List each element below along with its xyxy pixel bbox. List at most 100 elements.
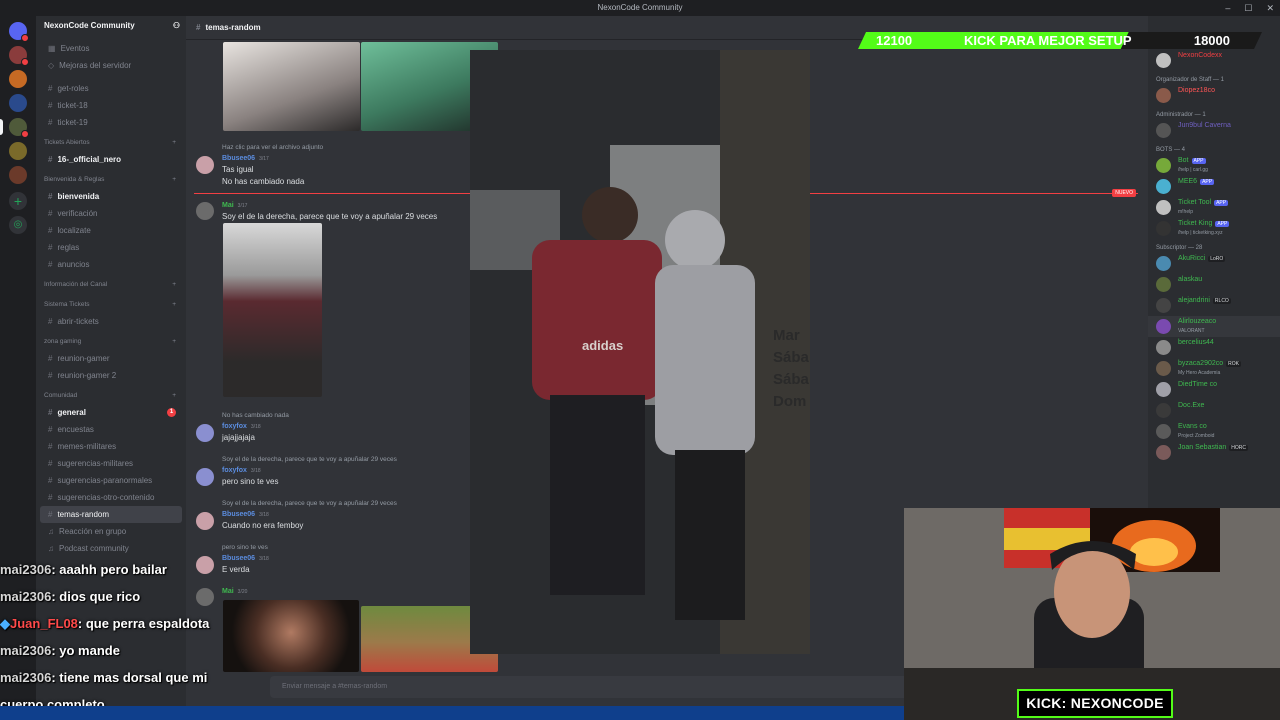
channel-boosts[interactable]: ◇ Mejoras del servidor — [40, 57, 182, 74]
member-sub[interactable]: Alirlouzeaco VALORANT — [1148, 316, 1280, 337]
message-text: No has cambiado nada — [222, 177, 305, 186]
member-sub[interactable]: Doc.Exe — [1148, 400, 1280, 421]
server-icon[interactable] — [9, 94, 27, 112]
member-sub[interactable]: byzaca2902co ROK My Hero Academia — [1148, 358, 1280, 379]
stream-chat-line: mai2306: dios que rico — [0, 589, 141, 604]
explore-icon[interactable]: ◎ — [9, 216, 27, 234]
server-icon[interactable] — [9, 70, 27, 88]
message-author[interactable]: Bbusee06 3/18 — [222, 555, 269, 562]
reply-preview[interactable]: Soy el de la derecha, parece que te voy … — [222, 456, 397, 463]
channel-anuncios[interactable]: # anuncios — [40, 256, 182, 273]
message-text: Tas igual — [222, 165, 254, 174]
plus-icon[interactable]: + — [172, 139, 176, 151]
headphones-icon: ♫ — [48, 544, 54, 553]
server-icon[interactable] — [9, 166, 27, 184]
category-zona-gaming[interactable]: zona gaming + — [36, 330, 186, 350]
hash-icon: # — [48, 118, 53, 127]
channel-memes-militares[interactable]: # memes-militares — [40, 438, 182, 455]
channel-bienvenida[interactable]: # bienvenida — [40, 188, 182, 205]
channel-podcast[interactable]: ♫ Podcast community — [40, 540, 182, 557]
attachment-image[interactable] — [223, 42, 360, 131]
channel-sugerencias-paranormales[interactable]: # sugerencias-paranormales — [40, 472, 182, 489]
member-bot[interactable]: Ticket Tool APP m!help — [1148, 197, 1280, 218]
reply-preview[interactable]: Soy el de la derecha, parece que te voy … — [222, 500, 397, 507]
category-tickets-abiertos[interactable]: Tickets Abiertos + — [36, 131, 186, 151]
avatar[interactable] — [196, 156, 214, 174]
add-server-icon[interactable]: + — [9, 192, 27, 210]
category-comunidad[interactable]: Comunidad + — [36, 384, 186, 404]
channel-general[interactable]: # general 1 — [40, 404, 182, 421]
member-sub[interactable]: Evans co Project Zomboid — [1148, 421, 1280, 442]
channel-reunion-gamer-2[interactable]: # reunion-gamer 2 — [40, 367, 182, 384]
channel-events[interactable]: ▦ Eventos — [40, 40, 182, 57]
avatar[interactable] — [196, 512, 214, 530]
category-informacion[interactable]: Información del Canal + — [36, 273, 186, 293]
channel-ticket-open[interactable]: #16-_official_nero — [40, 151, 182, 168]
channel-get-roles[interactable]: # get-roles — [40, 80, 182, 97]
member-sub[interactable]: alaskau — [1148, 274, 1280, 295]
server-icon[interactable] — [9, 118, 29, 138]
maximize-icon[interactable]: ☐ — [1244, 0, 1252, 16]
sign-text: Dom — [773, 393, 806, 410]
hash-icon: # — [48, 226, 53, 235]
member-sub[interactable]: AkuRicci LoRO — [1148, 253, 1280, 274]
channel-sugerencias-otro[interactable]: # sugerencias-otro-contenido — [40, 489, 182, 506]
plus-icon[interactable]: + — [172, 338, 176, 350]
channel-sugerencias-militares[interactable]: # sugerencias-militares — [40, 455, 182, 472]
close-icon[interactable]: ✕ — [1266, 0, 1274, 16]
server-icon[interactable] — [9, 142, 27, 160]
member-sub[interactable]: bercelius44 — [1148, 337, 1280, 358]
channel-encuestas[interactable]: # encuestas — [40, 421, 182, 438]
avatar — [1156, 340, 1171, 355]
add-member-icon[interactable]: ⚇ — [173, 21, 180, 40]
server-header[interactable]: NexonCode Community ⚇ — [36, 16, 186, 40]
reply-preview[interactable]: pero sino te ves — [222, 544, 268, 551]
message-author[interactable]: Bbusee06 3/18 — [222, 511, 303, 518]
member-owner[interactable]: NexonCodexx — [1148, 50, 1280, 71]
plus-icon[interactable]: + — [172, 176, 176, 188]
channel-abrir-tickets[interactable]: # abrir-tickets — [40, 313, 182, 330]
message-author[interactable]: foxyfox 3/18 — [222, 423, 261, 430]
member-bot[interactable]: Bot APP/help | carl.gg — [1148, 155, 1280, 176]
member-sub[interactable]: Joan Sebastian HORC — [1148, 442, 1280, 463]
member-admin[interactable]: Jun9bul Caverna — [1148, 120, 1280, 141]
member-sub[interactable]: alejandrini RLCO — [1148, 295, 1280, 316]
channel-localizate[interactable]: # localizate — [40, 222, 182, 239]
message-author[interactable]: foxyfox 3/18 — [222, 467, 278, 474]
member-bot[interactable]: Ticket King APP/help | ticketking.xyz — [1148, 218, 1280, 239]
member-staff[interactable]: Diopez18co — [1148, 85, 1280, 106]
attachment-image[interactable] — [223, 223, 322, 397]
message-text: Soy el de la derecha, parece que te voy … — [222, 212, 438, 221]
category-bienvenida[interactable]: Bienvenida & Reglas + — [36, 168, 186, 188]
server-icon[interactable] — [9, 46, 29, 66]
channel-verificacion[interactable]: # verificación — [40, 205, 182, 222]
avatar — [1156, 123, 1171, 138]
channel-temas-random[interactable]: # temas-random — [40, 506, 182, 523]
channel-reglas[interactable]: # reglas — [40, 239, 182, 256]
member-bot[interactable]: MEE6 APP — [1148, 176, 1280, 197]
category-sistema-tickets[interactable]: Sistema Tickets + — [36, 293, 186, 313]
calendar-icon: ▦ — [48, 44, 56, 53]
avatar[interactable] — [196, 202, 214, 220]
channel-ticket-19[interactable]: # ticket-19 — [40, 114, 182, 131]
avatar — [1156, 319, 1171, 334]
minimize-icon[interactable]: – — [1225, 0, 1230, 16]
home-server-icon[interactable] — [9, 22, 29, 42]
message-author[interactable]: Mai 3/17 — [222, 202, 437, 209]
goal-target: 18000 — [1193, 33, 1230, 48]
reply-preview[interactable]: Haz clic para ver el archivo adjunto — [222, 144, 323, 151]
channel-reunion-gamer[interactable]: # reunion-gamer — [40, 350, 182, 367]
image-viewer[interactable]: adidas Mar Sába Sába Dom — [470, 50, 810, 654]
avatar[interactable] — [196, 468, 214, 486]
message-author[interactable]: Bbusee06 3/17 — [222, 155, 304, 162]
channel-reaccion-grupo[interactable]: ♫ Reacción en grupo — [40, 523, 182, 540]
reply-preview[interactable]: No has cambiado nada — [222, 412, 289, 419]
channel-ticket-18[interactable]: # ticket-18 — [40, 97, 182, 114]
stream-goal-bar: 12100 KICK PARA MEJOR SETUP 18000 — [858, 32, 1262, 49]
avatar[interactable] — [196, 424, 214, 442]
plus-icon[interactable]: + — [172, 301, 176, 313]
hash-icon: # — [48, 476, 53, 485]
member-sub[interactable]: DiedTime co — [1148, 379, 1280, 400]
plus-icon[interactable]: + — [172, 281, 176, 293]
plus-icon[interactable]: + — [172, 392, 176, 404]
